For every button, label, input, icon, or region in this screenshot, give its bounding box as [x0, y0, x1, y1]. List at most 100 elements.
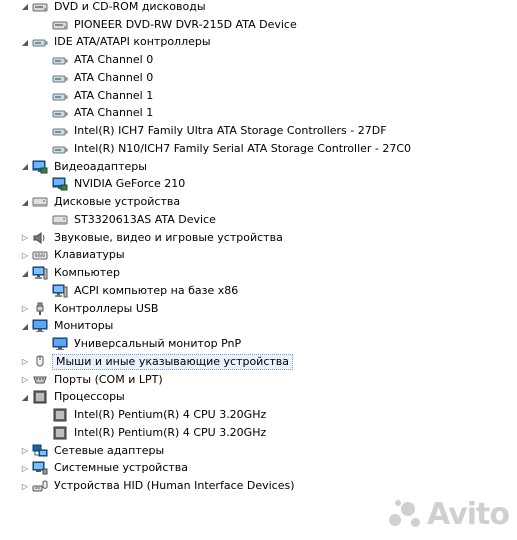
ide-controller-icon — [52, 124, 68, 138]
tree-category[interactable]: ◢ Процессоры — [0, 389, 517, 407]
tree-device[interactable]: NVIDIA GeForce 210 — [0, 176, 517, 194]
tree-device[interactable]: ATA Channel 0 — [0, 69, 517, 87]
device-label: ATA Channel 1 — [74, 106, 154, 120]
collapse-arrow-icon[interactable]: ◢ — [20, 320, 30, 332]
tree-device[interactable]: ATA Channel 1 — [0, 87, 517, 105]
collapse-arrow-icon[interactable]: ◢ — [20, 391, 30, 403]
collapse-arrow-icon[interactable]: ◢ — [20, 267, 30, 279]
tree-category[interactable]: ◢ DVD и CD-ROM дисководы — [0, 0, 517, 16]
dvd-drive-icon — [32, 0, 48, 14]
tree-device[interactable]: PIONEER DVD-RW DVR-215D ATA Device — [0, 16, 517, 34]
category-label: Процессоры — [54, 390, 125, 404]
tree-device[interactable]: Intel(R) Pentium(R) 4 CPU 3.20GHz — [0, 424, 517, 442]
keyboard-icon — [32, 248, 48, 262]
category-label: Мыши и иные указывающие устройства — [52, 353, 294, 370]
tree-category[interactable]: ◢ Видеоадаптеры — [0, 158, 517, 176]
port-icon — [32, 373, 48, 387]
tree-category[interactable]: ◢ IDE ATA/ATAPI контроллеры — [0, 34, 517, 52]
category-label: Видеоадаптеры — [54, 159, 147, 173]
usb-icon — [32, 302, 48, 316]
system-device-icon — [32, 461, 48, 475]
device-manager-tree: ◢ DVD и CD-ROM дисководы PIONEER DVD-RW DV… — [0, 0, 517, 495]
category-label: Устройства HID (Human Interface Devices) — [54, 479, 295, 493]
tree-device[interactable]: Intel(R) Pentium(R) 4 CPU 3.20GHz — [0, 406, 517, 424]
category-label: Компьютер — [54, 266, 120, 280]
tree-category[interactable]: ▷ Системные устройства — [0, 460, 517, 478]
expand-arrow-icon[interactable]: ▷ — [20, 356, 30, 368]
collapse-arrow-icon[interactable]: ◢ — [20, 1, 30, 13]
tree-category[interactable]: ◢ Мониторы — [0, 318, 517, 336]
device-label: ATA Channel 1 — [74, 88, 154, 102]
tree-category[interactable]: ◢ Компьютер — [0, 264, 517, 282]
disk-drive-icon — [52, 213, 68, 227]
tree-device[interactable]: ATA Channel 1 — [0, 105, 517, 123]
display-adapter-icon — [32, 160, 48, 174]
expand-arrow-icon[interactable]: ▷ — [20, 462, 30, 474]
ide-controller-icon — [52, 89, 68, 103]
category-label: DVD и CD-ROM дисководы — [54, 0, 206, 13]
category-label: Контроллеры USB — [54, 301, 159, 315]
tree-category[interactable]: ▷ Мыши и иные указывающие устройства — [0, 353, 517, 371]
collapse-arrow-icon[interactable]: ◢ — [20, 36, 30, 48]
monitor-icon — [52, 337, 68, 351]
network-adapter-icon — [32, 444, 48, 458]
device-label: Intel(R) ICH7 Family Ultra ATA Storage C… — [74, 124, 387, 138]
speaker-icon — [32, 231, 48, 245]
category-label: Мониторы — [54, 319, 114, 333]
category-label: Звуковые, видео и игровые устройства — [54, 230, 283, 244]
tree-category[interactable]: ▷ Порты (COM и LPT) — [0, 371, 517, 389]
expand-arrow-icon[interactable]: ▷ — [20, 374, 30, 386]
tree-category[interactable]: ▷ Звуковые, видео и игровые устройства — [0, 229, 517, 247]
tree-device[interactable]: Intel(R) ICH7 Family Ultra ATA Storage C… — [0, 122, 517, 140]
tree-device[interactable]: ACPI компьютер на базе x86 — [0, 282, 517, 300]
tree-category[interactable]: ▷ Клавиатуры — [0, 247, 517, 265]
computer-icon — [52, 284, 68, 298]
avito-watermark: Avito — [389, 497, 510, 532]
device-label: Intel(R) Pentium(R) 4 CPU 3.20GHz — [74, 408, 267, 422]
tree-device[interactable]: ST3320613AS ATA Device — [0, 211, 517, 229]
expand-arrow-icon[interactable]: ▷ — [20, 480, 30, 492]
watermark-text: Avito — [427, 497, 510, 532]
disk-drive-icon — [32, 195, 48, 209]
collapse-arrow-icon[interactable]: ◢ — [20, 196, 30, 208]
tree-device[interactable]: ATA Channel 0 — [0, 51, 517, 69]
expand-arrow-icon[interactable]: ▷ — [20, 303, 30, 315]
mouse-icon — [32, 355, 48, 369]
expand-arrow-icon[interactable]: ▷ — [20, 445, 30, 457]
category-label: Системные устройства — [54, 461, 188, 475]
tree-category[interactable]: ▷ Устройства HID (Human Interface Devices… — [0, 477, 517, 495]
category-label: Сетевые адаптеры — [54, 443, 165, 457]
avito-logo-icon — [389, 499, 423, 530]
hid-icon — [32, 479, 48, 493]
ide-controller-icon — [52, 71, 68, 85]
tree-device[interactable]: Intel(R) N10/ICH7 Family Serial ATA Stor… — [0, 140, 517, 158]
ide-controller-icon — [52, 142, 68, 156]
device-label: ATA Channel 0 — [74, 70, 154, 84]
device-label: ATA Channel 0 — [74, 53, 154, 67]
category-label: Клавиатуры — [54, 248, 125, 262]
device-label: ACPI компьютер на базе x86 — [74, 283, 239, 297]
computer-icon — [32, 266, 48, 280]
monitor-icon — [32, 319, 48, 333]
device-label: Intel(R) Pentium(R) 4 CPU 3.20GHz — [74, 425, 267, 439]
device-label: Универсальный монитор PnP — [74, 337, 242, 351]
expand-arrow-icon[interactable]: ▷ — [20, 232, 30, 244]
expand-arrow-icon[interactable]: ▷ — [20, 249, 30, 261]
device-label: PIONEER DVD-RW DVR-215D ATA Device — [74, 17, 297, 31]
category-label: Порты (COM и LPT) — [54, 372, 163, 386]
category-label: IDE ATA/ATAPI контроллеры — [54, 35, 211, 49]
processor-icon — [52, 408, 68, 422]
collapse-arrow-icon[interactable]: ◢ — [20, 161, 30, 173]
device-label: NVIDIA GeForce 210 — [74, 177, 186, 191]
ide-controller-icon — [32, 35, 48, 49]
processor-icon — [52, 426, 68, 440]
tree-device[interactable]: Универсальный монитор PnP — [0, 335, 517, 353]
processor-icon — [32, 390, 48, 404]
display-adapter-icon — [52, 177, 68, 191]
device-label: ST3320613AS ATA Device — [74, 212, 216, 226]
tree-category[interactable]: ▷ Контроллеры USB — [0, 300, 517, 318]
category-label: Дисковые устройства — [54, 195, 181, 209]
dvd-drive-icon — [52, 18, 68, 32]
tree-category[interactable]: ◢ Дисковые устройства — [0, 193, 517, 211]
tree-category[interactable]: ▷ Сетевые адаптеры — [0, 442, 517, 460]
